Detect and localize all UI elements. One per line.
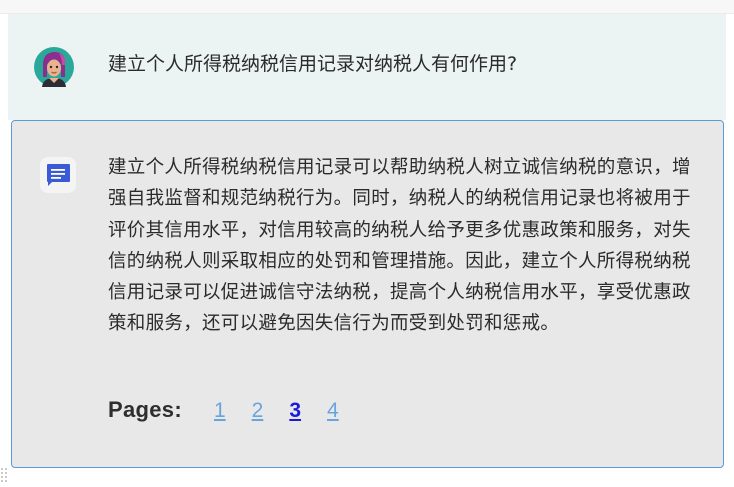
answer-text: 建立个人所得税纳税信用记录可以帮助纳税人树立诚信纳税的意识，增强自我监督和规范纳…: [108, 157, 691, 335]
user-avatar-icon: [34, 47, 74, 87]
page-link-2[interactable]: 2: [252, 399, 264, 423]
page-link-3-current[interactable]: 3: [289, 399, 301, 423]
resize-grip-icon[interactable]: [0, 466, 10, 487]
chat-message-icon: [40, 157, 76, 193]
question-panel: 建立个人所得税纳税信用记录对纳税人有何作用?: [8, 14, 726, 120]
pagination-label: Pages:: [108, 397, 182, 422]
pagination: Pages: 1 2 3 4: [108, 397, 349, 423]
page-link-4[interactable]: 4: [327, 399, 339, 423]
answer-panel: 建立个人所得税纳税信用记录可以帮助纳税人树立诚信纳税的意识，增强自我监督和规范纳…: [11, 120, 724, 468]
page-link-1[interactable]: 1: [214, 399, 226, 423]
top-bar: [0, 0, 734, 14]
question-text: 建立个人所得税纳税信用记录对纳税人有何作用?: [108, 53, 518, 75]
